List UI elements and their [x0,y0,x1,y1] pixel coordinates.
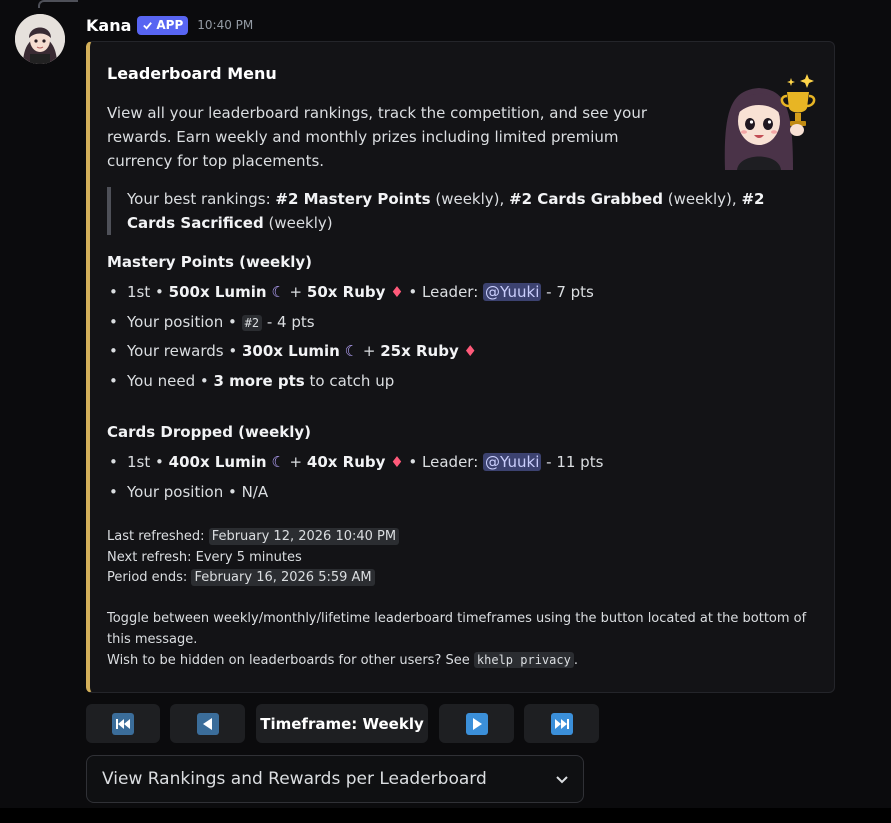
help-text: Toggle between weekly/monthly/lifetime l… [107,609,807,672]
need-amount: 3 more pts [213,371,305,390]
rewards-prefix: Your rewards • [127,342,238,360]
chevron-down-icon [556,776,568,784]
leader-mention[interactable]: @Yuuki [483,453,542,471]
best-rankings-prefix: Your best rankings: [127,190,271,208]
app-badge-label: APP [156,18,184,32]
list-item: Your rewards • 300x Lumin ☾ + 25x Ruby ♦ [107,339,594,369]
mascot-trophy-icon [724,74,816,170]
avatar-icon [15,14,65,64]
privacy-suffix: . [573,653,578,668]
gem-icon: ♦ [390,453,404,471]
next-refresh: Next refresh: Every 5 minutes [107,549,302,565]
lumin-amount: 500x Lumin [168,283,267,301]
section-title: Mastery Points (weekly) [107,253,312,271]
username[interactable]: Kana [86,16,131,35]
next-page-button[interactable] [439,704,514,743]
rewards-lumin: 300x Lumin [241,342,340,360]
gem-icon: ♦ [390,283,404,301]
leaderboard-select-menu[interactable]: View Rankings and Rewards per Leaderboar… [86,755,584,803]
embed-thumbnail [719,66,819,170]
moon-icon: ☾ [271,283,285,301]
privacy-command: khelp privacy [473,652,574,668]
ruby-amount: 50x Ruby [306,283,386,301]
position-text: Your position • N/A [127,482,269,501]
skip-to-first-icon [112,712,134,735]
best-ranking-2: #2 Cards Grabbed [509,190,663,208]
moon-icon: ☾ [271,453,285,471]
best-rankings-quote: Your best rankings: #2 Mastery Points (w… [107,187,797,235]
refresh-info: Last refreshed: February 12, 2026 10:40 … [107,527,400,589]
section-list: 1st • 400x Lumin ☾ + 40x Ruby ♦ • Leader… [107,450,603,509]
section-title: Cards Dropped (weekly) [107,423,311,441]
list-item: You need • 3 more pts to catch up [107,369,594,399]
list-item: Your position • N/A [107,480,603,510]
lumin-amount: 400x Lumin [168,453,267,471]
skip-to-last-icon [550,712,573,735]
app-badge: APP [137,15,189,35]
timeframe-button[interactable]: Timeframe: Weekly [256,704,428,743]
gem-icon: ♦ [463,342,477,360]
embed-card: Leaderboard Menu View all your leaderboa… [86,41,835,693]
need-suffix: to catch up [309,371,395,390]
first-prefix: 1st • [127,283,164,301]
first-prefix: 1st • [127,453,164,471]
last-refreshed-value[interactable]: February 12, 2026 10:40 PM [208,528,400,545]
leader-label: • Leader: [408,453,479,471]
privacy-prefix: Wish to be hidden on leaderboards for ot… [107,653,470,668]
position-rank: #2 [241,314,263,331]
period-ends-value[interactable]: February 16, 2026 5:59 AM [191,569,375,586]
timeframe-button-label: Timeframe: Weekly [260,714,424,733]
previous-arrow-icon [196,712,219,735]
leader-score: - 11 pts [546,453,604,471]
ruby-amount: 40x Ruby [306,453,386,471]
best-ranking-1-suffix: (weekly), [435,190,505,208]
period-ends-label: Period ends: [107,570,188,585]
select-menu-label: View Rankings and Rewards per Leaderboar… [102,769,487,789]
moon-icon: ☾ [344,342,359,360]
first-page-button[interactable] [86,704,160,743]
reply-connector [38,0,78,8]
checkmark-icon [143,21,153,30]
leader-score: - 7 pts [546,283,594,301]
position-prefix: Your position • [127,312,237,331]
last-page-button[interactable] [524,704,599,743]
message-timestamp: 10:40 PM [197,18,254,32]
last-refreshed-label: Last refreshed: [107,529,205,544]
previous-page-button[interactable] [170,704,245,743]
leader-label: • Leader: [408,283,479,301]
embed-title: Leaderboard Menu [107,64,277,83]
best-ranking-2-suffix: (weekly), [667,190,737,208]
best-ranking-3-suffix: (weekly) [268,214,333,232]
bottom-bar [0,808,891,823]
leader-mention[interactable]: @Yuuki [483,283,542,301]
section-list: 1st • 500x Lumin ☾ + 50x Ruby ♦ • Leader… [107,280,594,398]
toggle-line-1: Toggle between weekly/monthly/lifetime l… [107,611,807,626]
list-item: 1st • 400x Lumin ☾ + 40x Ruby ♦ • Leader… [107,450,603,480]
need-prefix: You need • [127,371,209,390]
avatar[interactable] [15,14,65,64]
toggle-line-2: this message. [107,631,198,647]
position-score: - 4 pts [266,312,315,331]
list-item: 1st • 500x Lumin ☾ + 50x Ruby ♦ • Leader… [107,280,594,310]
best-ranking-1: #2 Mastery Points [275,190,431,208]
list-item: Your position • #2 - 4 pts [107,310,594,340]
embed-description: View all your leaderboard rankings, trac… [107,104,648,170]
message-header: Kana APP 10:40 PM [86,13,253,37]
next-arrow-icon [465,712,488,735]
rewards-ruby: 25x Ruby [380,342,459,360]
